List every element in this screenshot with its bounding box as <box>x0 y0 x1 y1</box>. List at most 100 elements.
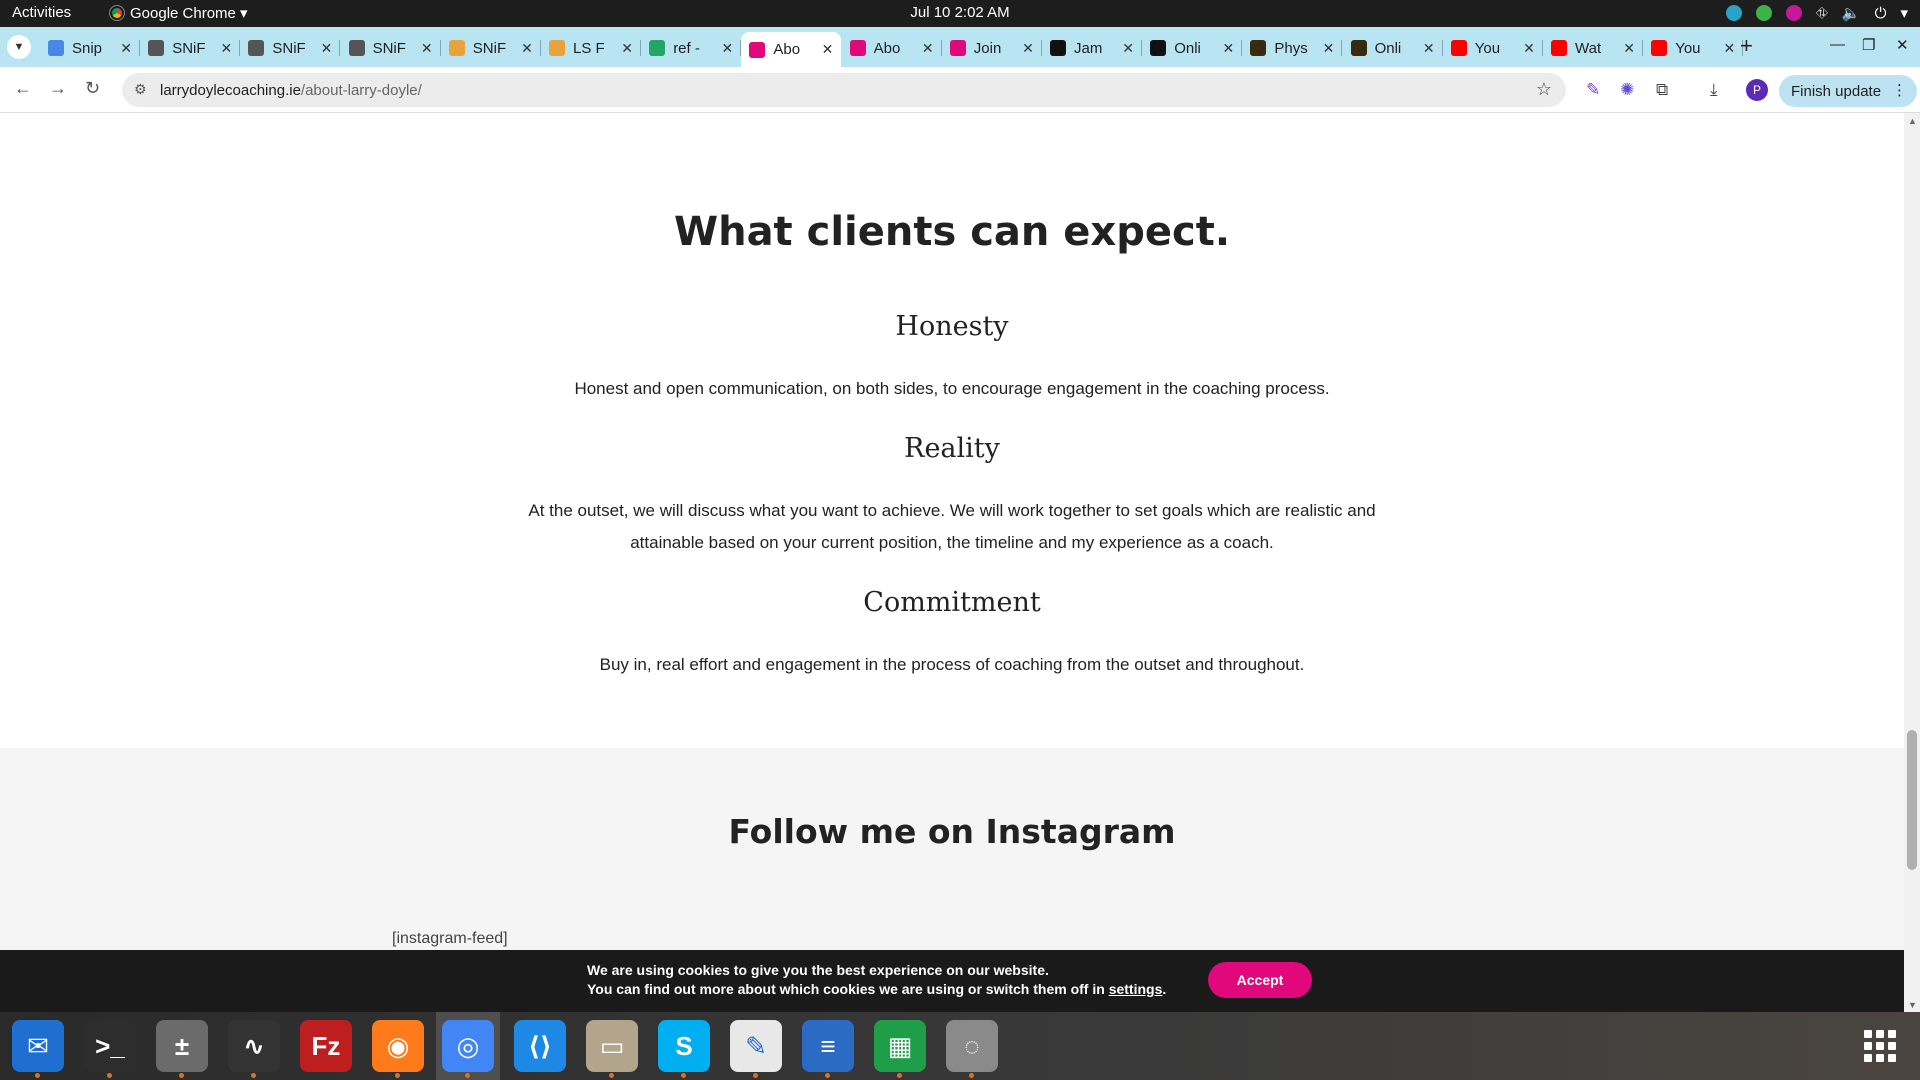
tab-close-icon[interactable]: ✕ <box>1523 40 1535 57</box>
volume-icon[interactable]: 🔈 <box>1842 4 1861 22</box>
dock-files-icon[interactable]: ▭ <box>586 1020 638 1078</box>
page-scrollbar[interactable] <box>1904 113 1920 1013</box>
bookmark-star-icon[interactable]: ☆ <box>1536 79 1552 100</box>
dock-glyph: ▭ <box>599 1030 625 1061</box>
activities-button[interactable]: Activities <box>12 4 71 21</box>
dock-skype-icon[interactable]: S <box>658 1020 710 1078</box>
tab-close-icon[interactable]: ✕ <box>1323 40 1335 57</box>
more-menu-icon[interactable]: ⋮ <box>1892 81 1907 99</box>
tab-title: Abo <box>773 41 801 58</box>
tab-close-icon[interactable]: ✕ <box>521 40 533 57</box>
tab-close-icon[interactable]: ✕ <box>1022 40 1034 57</box>
dock-glyph: ◉ <box>386 1030 410 1061</box>
tab-close-icon[interactable]: ✕ <box>1222 40 1234 57</box>
tab-close-icon[interactable]: ✕ <box>721 40 733 57</box>
power-icon[interactable]: ⏻ <box>1875 5 1887 22</box>
download-icon[interactable]: ⤓ <box>1710 80 1718 100</box>
tab-title: Join <box>973 39 1002 57</box>
address-bar[interactable]: ⚙ larrydoylecoaching.ie/about-larry-doyl… <box>122 73 1566 107</box>
tab-close-icon[interactable]: ✕ <box>822 41 834 58</box>
app-indicator-icon[interactable] <box>1785 5 1802 21</box>
scroll-down-arrow-icon[interactable]: ▼ <box>1908 1000 1917 1010</box>
url-path: /about-larry-doyle/ <box>300 81 422 99</box>
show-apps-grid-icon[interactable] <box>1864 1030 1896 1062</box>
instagram-heading: Follow me on Instagram <box>728 812 1176 851</box>
profile-avatar[interactable]: P <box>1746 79 1768 101</box>
cookie-settings-link[interactable]: settings <box>1109 981 1163 997</box>
back-icon[interactable]: ← <box>14 78 32 99</box>
app-menu[interactable]: Google Chrome ▾ <box>109 4 248 22</box>
tab-close-icon[interactable]: ✕ <box>1423 40 1435 57</box>
tab-title: You <box>1474 39 1501 57</box>
browser-tab[interactable]: SNiF ✕ <box>441 32 541 64</box>
restore-icon[interactable]: ❐ <box>1862 36 1875 54</box>
gear-extension-icon[interactable]: ✺ <box>1620 80 1634 100</box>
browser-tab[interactable]: Abo ✕ <box>842 32 942 64</box>
tab-close-icon[interactable]: ✕ <box>120 40 132 57</box>
tab-title: You <box>1675 39 1701 57</box>
close-window-icon[interactable]: ✕ <box>1896 36 1909 54</box>
instagram-section: Follow me on Instagram [instagram-feed] <box>0 748 1904 950</box>
tab-title: Phys <box>1274 39 1308 57</box>
new-tab-button[interactable]: + <box>1740 33 1753 59</box>
browser-tab[interactable]: Snip ✕ <box>40 32 140 64</box>
sync-icon[interactable] <box>1725 5 1742 21</box>
running-indicator <box>825 1073 830 1078</box>
reload-icon[interactable]: ↻ <box>85 78 100 99</box>
browser-tab[interactable]: Join ✕ <box>942 32 1042 64</box>
tab-close-icon[interactable]: ✕ <box>321 40 333 57</box>
extensions-puzzle-icon[interactable]: ⧉ <box>1656 80 1668 100</box>
dock-system-monitor-icon[interactable]: ∿ <box>228 1020 280 1078</box>
tab-search-button[interactable]: ▼ <box>7 35 31 59</box>
cookie-accept-button[interactable]: Accept <box>1208 962 1312 998</box>
browser-tab[interactable]: You ✕ <box>1443 32 1543 64</box>
browser-tab[interactable]: SNiF ✕ <box>140 32 241 64</box>
tab-close-icon[interactable]: ✕ <box>421 40 433 57</box>
dock-calc-icon[interactable]: ▦ <box>874 1020 926 1078</box>
tab-close-icon[interactable]: ✕ <box>621 40 633 57</box>
tab-close-icon[interactable]: ✕ <box>1122 40 1134 57</box>
dock-calculator-icon[interactable]: ± <box>156 1020 208 1078</box>
reality-text-line-1: At the outset, we will discuss what you … <box>528 501 1376 520</box>
dock-chrome-icon[interactable]: ◎ <box>442 1020 494 1078</box>
dock-writer-icon[interactable]: ≡ <box>802 1020 854 1078</box>
dock-vscode-icon[interactable]: ⟨⟩ <box>514 1020 566 1072</box>
dock-firefox-icon[interactable]: ◉ <box>372 1020 424 1078</box>
network-icon[interactable]: ⛗ <box>1816 5 1828 22</box>
forward-icon[interactable]: → <box>49 78 67 99</box>
browser-tab[interactable]: Onli ✕ <box>1142 32 1243 64</box>
dock-disc-icon[interactable]: ◌ <box>946 1020 998 1078</box>
browser-tab[interactable]: You ✕ <box>1643 32 1744 64</box>
browser-tab[interactable]: Onli ✕ <box>1343 32 1443 64</box>
browser-tab[interactable]: SNiF ✕ <box>240 32 341 64</box>
scroll-up-arrow-icon[interactable]: ▲ <box>1908 116 1917 126</box>
browser-tab[interactable]: Phys ✕ <box>1242 32 1343 64</box>
browser-tab[interactable]: Wat ✕ <box>1543 32 1643 64</box>
browser-tab[interactable]: Jam ✕ <box>1042 32 1142 64</box>
clock[interactable]: Jul 10 2:02 AM <box>0 4 1920 21</box>
tab-close-icon[interactable]: ✕ <box>1623 40 1635 57</box>
browser-tab[interactable]: SNiF ✕ <box>341 32 441 64</box>
browser-tab[interactable]: LS F ✕ <box>541 32 641 64</box>
dock-terminal-icon[interactable]: >_ <box>84 1020 136 1078</box>
dock-thunderbird-icon[interactable]: ✉ <box>12 1020 64 1078</box>
finish-update-button[interactable]: Finish update ⋮ <box>1779 75 1917 107</box>
tab-favicon-icon <box>849 40 866 56</box>
dock-text-editor-icon[interactable]: ✎ <box>730 1020 782 1078</box>
chevron-down-icon[interactable]: ▾ <box>1900 4 1908 22</box>
scrollbar-thumb[interactable] <box>1907 730 1917 870</box>
tab-close-icon[interactable]: ✕ <box>922 40 934 57</box>
tab-favicon-icon <box>649 40 666 56</box>
pen-extension-icon[interactable]: ✎ <box>1586 80 1600 100</box>
browser-toolbar: ← → ↻ ⚙ larrydoylecoaching.ie/about-larr… <box>0 67 1920 113</box>
browser-tab[interactable]: ref - ✕ <box>641 32 742 64</box>
tab-close-icon[interactable]: ✕ <box>220 40 232 57</box>
check-icon[interactable] <box>1755 5 1772 21</box>
minimize-icon[interactable]: — <box>1830 36 1845 53</box>
site-info-icon[interactable]: ⚙ <box>134 81 147 98</box>
tab-close-icon[interactable]: ✕ <box>1723 40 1735 57</box>
dock-glyph: ◎ <box>456 1030 480 1061</box>
browser-tab[interactable]: Abo ✕ <box>741 32 842 67</box>
dock-filezilla-icon[interactable]: Fz <box>300 1020 352 1072</box>
system-tray[interactable]: ⛗ 🔈 ⏻ ▾ <box>1725 4 1908 22</box>
